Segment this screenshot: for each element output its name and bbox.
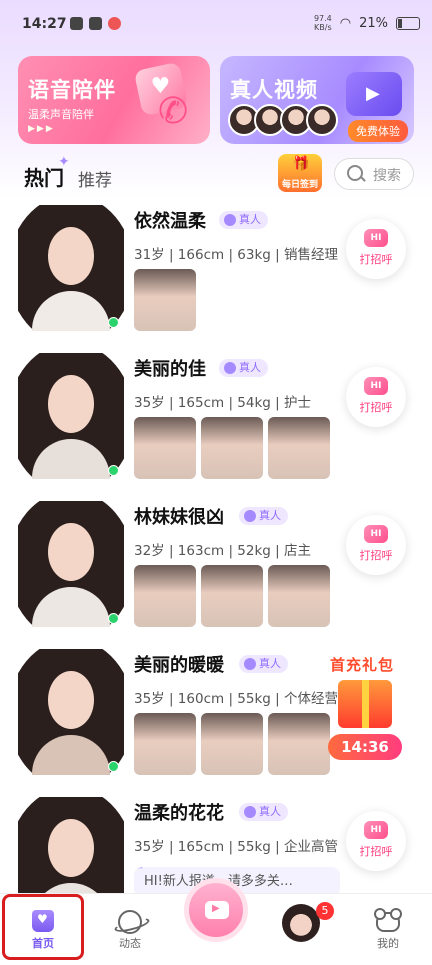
avatar (282, 904, 320, 942)
hi-icon: HI (364, 525, 388, 543)
planet-icon (118, 910, 142, 934)
user-photo[interactable] (18, 353, 124, 479)
free-trial-button[interactable]: 免费体验 (348, 120, 408, 142)
play-dots-icon: ▶▶▶ (28, 124, 55, 134)
online-indicator (108, 761, 119, 772)
user-photo[interactable] (18, 649, 124, 775)
verified-badge: 真人 (219, 211, 268, 229)
wifi-icon: ◠ (339, 15, 352, 31)
video-match-button[interactable] (184, 878, 248, 942)
thumbnail[interactable] (201, 417, 263, 479)
gift-box-icon (338, 680, 392, 728)
selection-highlight (2, 894, 84, 960)
greet-label: 打招呼 (359, 845, 393, 858)
battery-level: 21% (359, 15, 388, 31)
first-recharge-promo[interactable]: 首充礼包 14:36 (324, 654, 406, 764)
greet-button[interactable]: HI 打招呼 (346, 811, 406, 871)
user-info: 35岁 | 165cm | 55kg | 企业高管 (134, 839, 338, 855)
tab-recommend[interactable]: 推荐 (78, 166, 112, 191)
nav-messages[interactable]: 5 (262, 894, 342, 965)
promo-countdown: 14:36 (328, 734, 402, 760)
photo-thumbnails (134, 565, 330, 627)
thumbnail[interactable] (268, 713, 330, 775)
search-icon (347, 165, 363, 181)
thumbnail[interactable] (134, 713, 196, 775)
hi-icon: HI (364, 229, 388, 247)
verified-badge: 真人 (219, 359, 268, 377)
greet-button[interactable]: HI 打招呼 (346, 367, 406, 427)
status-time: 14:27 (22, 16, 67, 32)
voice-banner-title: 语音陪伴 (28, 78, 116, 102)
phone-icon: ✆ (158, 91, 189, 132)
real-video-banner[interactable]: 真人视频 免费体验 (220, 56, 414, 144)
verified-badge: 真人 (239, 655, 288, 673)
photo-thumbnails (134, 417, 330, 479)
promo-title: 首充礼包 (330, 656, 395, 674)
photo-thumbnails (134, 713, 330, 775)
avatar (306, 104, 338, 136)
search-placeholder: 搜索 (373, 168, 401, 184)
thumbnail[interactable] (201, 565, 263, 627)
user-info: 35岁 | 165cm | 54kg | 护士 (134, 395, 311, 411)
user-photo[interactable] (18, 205, 124, 331)
video-avatars (228, 104, 338, 136)
hi-icon: HI (364, 821, 388, 839)
nav-me-label: 我的 (377, 937, 399, 950)
user-info: 32岁 | 163cm | 52kg | 店主 (134, 543, 311, 559)
online-indicator (108, 613, 119, 624)
thumbnail[interactable] (134, 417, 196, 479)
user-name: 林妹妹很凶 (134, 507, 224, 528)
greet-label: 打招呼 (359, 253, 393, 266)
video-camera-icon (205, 901, 229, 919)
search-button[interactable]: 搜索 (334, 158, 414, 190)
checkin-label: 每日签到 (281, 180, 318, 190)
user-card[interactable]: 林妹妹很凶 真人 32岁 | 163cm | 52kg | 店主 HI 打招呼 (0, 501, 432, 647)
thumbnail[interactable] (268, 417, 330, 479)
nav-me[interactable]: 我的 (348, 894, 428, 965)
user-card[interactable]: 依然温柔 真人 31岁 | 166cm | 63kg | 销售经理 HI 打招呼 (0, 205, 432, 351)
unread-badge: 5 (316, 902, 334, 920)
greet-button[interactable]: HI 打招呼 (346, 219, 406, 279)
user-photo[interactable] (18, 501, 124, 627)
thumbnail[interactable] (134, 565, 196, 627)
daily-checkin-button[interactable]: 🎁 每日签到 (278, 154, 322, 192)
sparkle-icon: ✦ (58, 154, 70, 170)
notification-icon (70, 17, 83, 30)
greet-label: 打招呼 (359, 549, 393, 562)
user-info: 31岁 | 166cm | 63kg | 销售经理 (134, 247, 338, 263)
user-name: 温柔的花花 (134, 803, 224, 824)
online-indicator (108, 465, 119, 476)
notification-icon (89, 17, 102, 30)
user-name: 美丽的暖暖 (134, 655, 224, 676)
battery-icon (396, 16, 420, 30)
nav-moments[interactable]: 动态 (90, 894, 170, 965)
video-camera-icon (346, 72, 402, 116)
net-speed: 97.4 KB/s (313, 14, 332, 32)
online-indicator (108, 317, 119, 328)
verified-badge: 真人 (239, 507, 288, 525)
status-right: 97.4 KB/s ◠ 21% (314, 14, 420, 32)
greet-label: 打招呼 (359, 401, 393, 414)
gift-icon: 🎁 (292, 156, 310, 172)
weibo-icon (108, 17, 121, 30)
video-banner-title: 真人视频 (230, 78, 318, 102)
user-info: 35岁 | 160cm | 55kg | 个体经营 (134, 691, 338, 707)
user-name: 依然温柔 (134, 211, 206, 232)
status-bar: 14:27 97.4 KB/s ◠ 21% (0, 0, 432, 50)
bear-icon (374, 908, 402, 932)
nav-moments-label: 动态 (119, 937, 141, 950)
thumbnail[interactable] (134, 269, 196, 331)
user-name: 美丽的佳 (134, 359, 206, 380)
user-card[interactable]: 美丽的佳 真人 35岁 | 165cm | 54kg | 护士 HI 打招呼 (0, 353, 432, 499)
thumbnail[interactable] (268, 565, 330, 627)
photo-thumbnails (134, 269, 196, 331)
voice-banner-subtitle: 温柔声音陪伴 (28, 108, 94, 121)
thumbnail[interactable] (201, 713, 263, 775)
hi-icon: HI (364, 377, 388, 395)
voice-companion-banner[interactable]: 语音陪伴 温柔声音陪伴 ▶▶▶ ✆ (18, 56, 210, 144)
verified-badge: 真人 (239, 803, 288, 821)
notification-icons (70, 17, 121, 30)
greet-button[interactable]: HI 打招呼 (346, 515, 406, 575)
